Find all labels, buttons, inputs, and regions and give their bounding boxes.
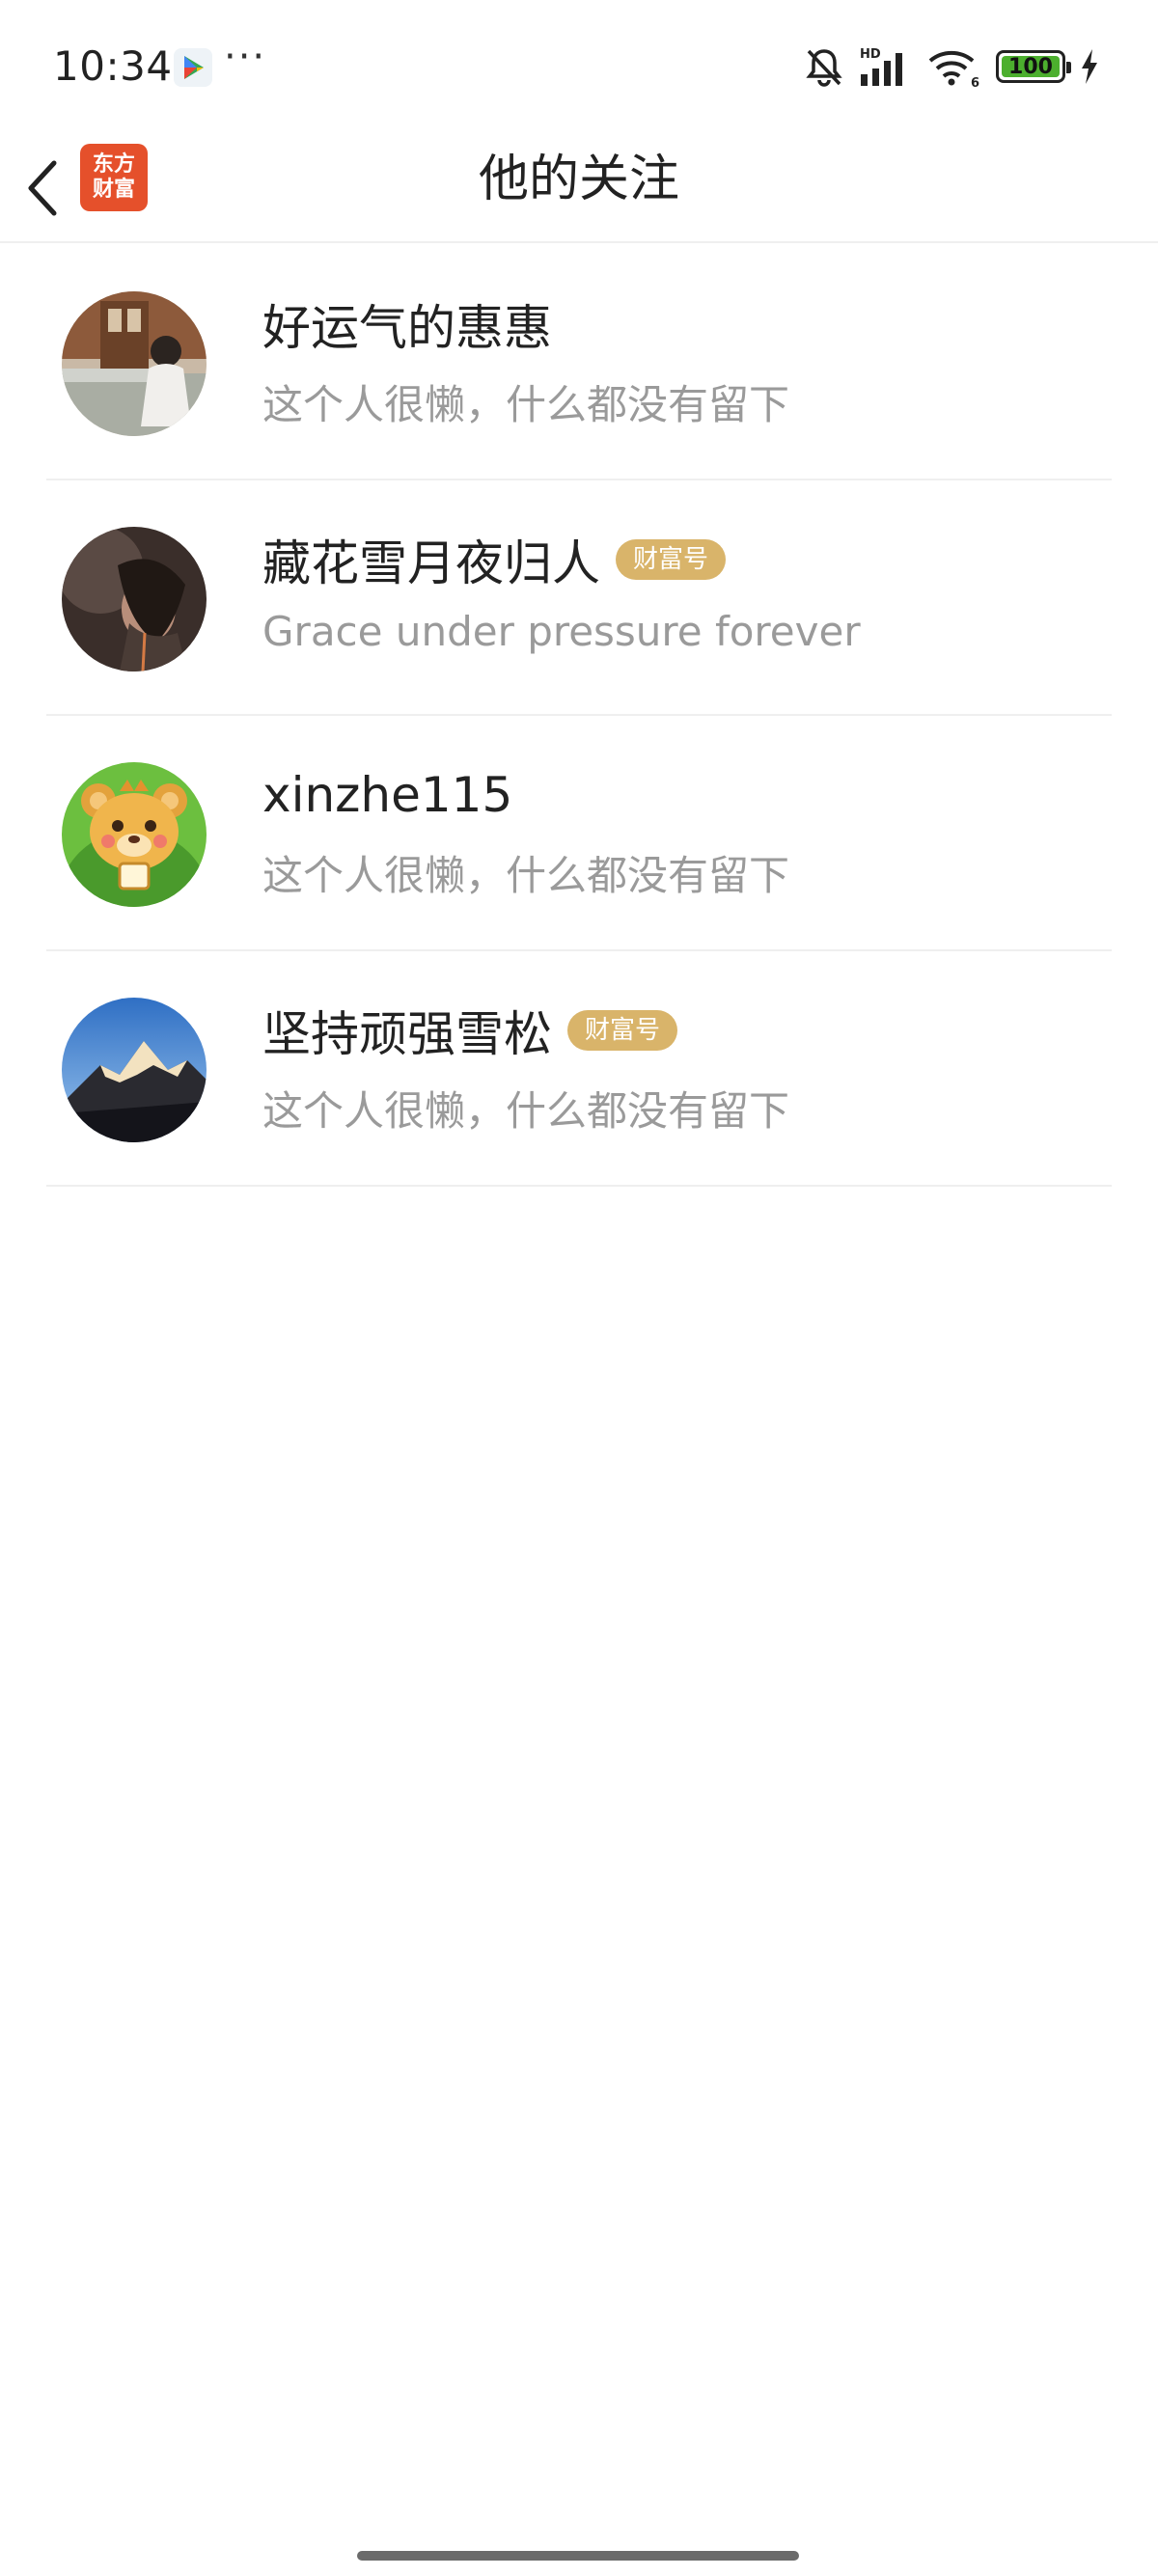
avatar[interactable] xyxy=(62,527,207,671)
divider xyxy=(46,1185,1112,1187)
caifu-badge: 财富号 xyxy=(616,539,727,580)
user-bio: 这个人很懒，什么都没有留下 xyxy=(262,852,790,899)
status-bar: 10:34 ··· HD 6 100 xyxy=(0,0,1158,135)
user-name: xinzhe115 xyxy=(262,767,513,823)
bell-mute-icon xyxy=(806,49,842,87)
list-item[interactable]: 坚持顽强雪松 财富号 这个人很懒，什么都没有留下 xyxy=(0,951,1158,1187)
home-indicator[interactable] xyxy=(357,2551,799,2561)
status-time: 10:34 xyxy=(53,42,173,90)
charging-icon xyxy=(1082,49,1097,84)
hd-signal-icon: HD xyxy=(860,47,902,86)
list-item[interactable]: 藏花雪月夜归人 财富号 Grace under pressure forever xyxy=(0,480,1158,716)
more-notifications-icon: ··· xyxy=(224,35,267,79)
svg-text:HD: HD xyxy=(860,47,881,62)
user-bio: 这个人很懒，什么都没有留下 xyxy=(262,381,790,428)
wifi-6-icon: 6 xyxy=(928,50,979,88)
avatar[interactable] xyxy=(62,762,207,907)
user-name: 好运气的惠惠 xyxy=(262,300,552,356)
list-item[interactable]: xinzhe115 这个人很懒，什么都没有留下 xyxy=(0,716,1158,951)
google-play-icon xyxy=(174,48,212,87)
avatar[interactable] xyxy=(62,998,207,1142)
following-list: 好运气的惠惠 这个人很懒，什么都没有留下 藏花雪月夜归人 财富号 Grace u… xyxy=(0,245,1158,1187)
avatar[interactable] xyxy=(62,291,207,436)
user-name: 坚持顽强雪松 xyxy=(262,1006,552,1062)
list-item[interactable]: 好运气的惠惠 这个人很懒，什么都没有留下 xyxy=(0,245,1158,480)
caifu-badge: 财富号 xyxy=(567,1010,678,1051)
battery-icon: 100 xyxy=(996,50,1071,83)
battery-level: 100 xyxy=(1008,54,1053,79)
svg-text:6: 6 xyxy=(971,76,979,88)
user-name: 藏花雪月夜归人 xyxy=(262,535,600,591)
user-bio: Grace under pressure forever xyxy=(262,608,861,655)
user-bio: 这个人很懒，什么都没有留下 xyxy=(262,1087,790,1135)
page-title: 他的关注 xyxy=(478,151,679,208)
